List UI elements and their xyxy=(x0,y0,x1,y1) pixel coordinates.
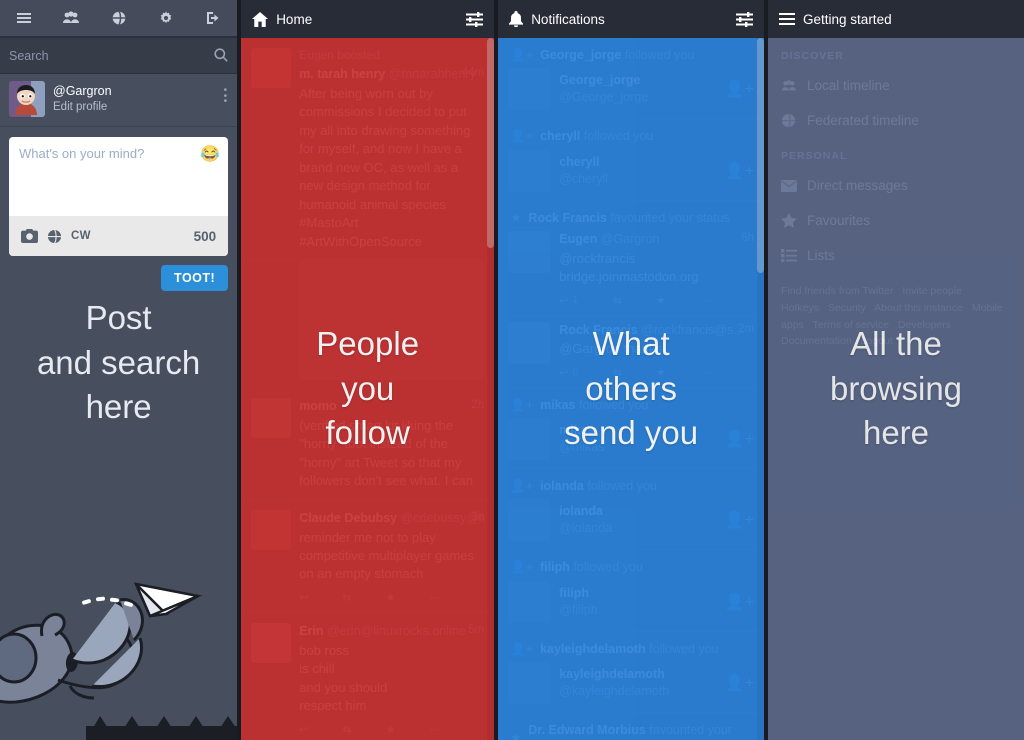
edit-profile-link[interactable]: Edit profile xyxy=(53,100,112,114)
scrollbar-thumb[interactable] xyxy=(757,38,765,273)
home-column-header[interactable]: Home xyxy=(241,0,495,38)
compose-form: What's on your mind? 😂 CW 500 xyxy=(9,137,229,256)
gs-tutorial-line-1: All the xyxy=(850,325,942,363)
drawer-tab-bar xyxy=(0,0,238,38)
home-column: Home Eugen boosted 44m m. tarah henry @m… xyxy=(241,0,495,740)
toot-button[interactable]: TOOT! xyxy=(161,265,229,291)
more-options-icon[interactable]: • • • xyxy=(224,86,228,107)
home-icon xyxy=(252,11,269,27)
account-row[interactable]: @Gargron Edit profile • • • xyxy=(0,74,238,127)
getting-started-column: Getting started DISCOVER Local timeline … xyxy=(768,0,1024,740)
getting-started-tutorial-text: All the browsing here xyxy=(830,322,962,456)
drawer-tutorial-line-1: Post xyxy=(85,299,152,336)
home-tutorial-overlay[interactable]: People you follow xyxy=(241,38,495,740)
mastodon-mascot-illustration xyxy=(0,582,238,740)
hamburger-icon xyxy=(779,12,796,26)
drawer-tutorial-text: Post and search here xyxy=(0,296,237,430)
home-tutorial-line-3: follow xyxy=(325,414,410,452)
notifications-tutorial-line-1: What xyxy=(592,325,670,363)
logout-icon[interactable] xyxy=(199,4,227,32)
drawer-column: @Gargron Edit profile ••• What's on your… xyxy=(0,0,238,740)
globe-icon[interactable] xyxy=(105,4,133,32)
community-icon[interactable] xyxy=(57,4,85,32)
gs-tutorial-line-2: browsing xyxy=(829,369,963,407)
search-bar[interactable] xyxy=(0,38,238,74)
compose-toolbar: CW 500 xyxy=(9,216,229,256)
emoji-picker-icon[interactable]: 😂 xyxy=(200,144,220,164)
getting-started-tutorial-overlay[interactable]: All the browsing here xyxy=(768,38,1024,740)
home-column-title: Home xyxy=(276,11,313,27)
notifications-column-header[interactable]: Notifications xyxy=(498,0,765,38)
toot-row: TOOT! xyxy=(0,256,237,291)
search-input[interactable] xyxy=(0,38,238,74)
bell-icon xyxy=(509,11,524,27)
character-counter: 500 xyxy=(193,228,217,244)
camera-icon[interactable] xyxy=(21,229,38,243)
home-tutorial-line-2: you xyxy=(341,369,395,407)
mastodon-app: @Gargron Edit profile ••• What's on your… xyxy=(0,0,1024,740)
notifications-tutorial-line-2: others xyxy=(585,369,677,407)
gear-icon[interactable] xyxy=(152,4,180,32)
globe-icon[interactable] xyxy=(47,229,62,244)
notifications-tutorial-line-3: send you xyxy=(564,414,699,452)
notifications-column: Notifications 👤+ George_jorge followed y… xyxy=(498,0,765,740)
home-tutorial-text: People you follow xyxy=(316,322,419,456)
sliders-icon[interactable] xyxy=(736,11,754,27)
gs-tutorial-line-3: here xyxy=(862,414,930,452)
sliders-icon[interactable] xyxy=(466,11,484,27)
search-icon[interactable] xyxy=(213,47,229,68)
account-text: @Gargron Edit profile xyxy=(53,84,112,114)
scrollbar-thumb[interactable] xyxy=(487,38,495,248)
notifications-tutorial-overlay[interactable]: What others send you xyxy=(498,38,765,740)
account-username: @Gargron xyxy=(53,84,112,98)
hamburger-icon[interactable] xyxy=(10,4,38,32)
getting-started-title: Getting started xyxy=(803,11,892,27)
drawer-tutorial-line-2: and search xyxy=(36,343,201,381)
avatar xyxy=(9,81,45,117)
compose-textarea[interactable]: What's on your mind? 😂 xyxy=(9,137,228,216)
compose-placeholder: What's on your mind? xyxy=(19,146,145,161)
home-tutorial-line-1: People xyxy=(316,325,420,363)
getting-started-header[interactable]: Getting started xyxy=(768,0,1024,38)
notifications-column-title: Notifications xyxy=(531,11,605,27)
notifications-tutorial-text: What others send you xyxy=(564,322,698,456)
content-warning-toggle[interactable]: CW xyxy=(71,230,91,242)
drawer-tutorial-line-3: here xyxy=(85,388,152,426)
